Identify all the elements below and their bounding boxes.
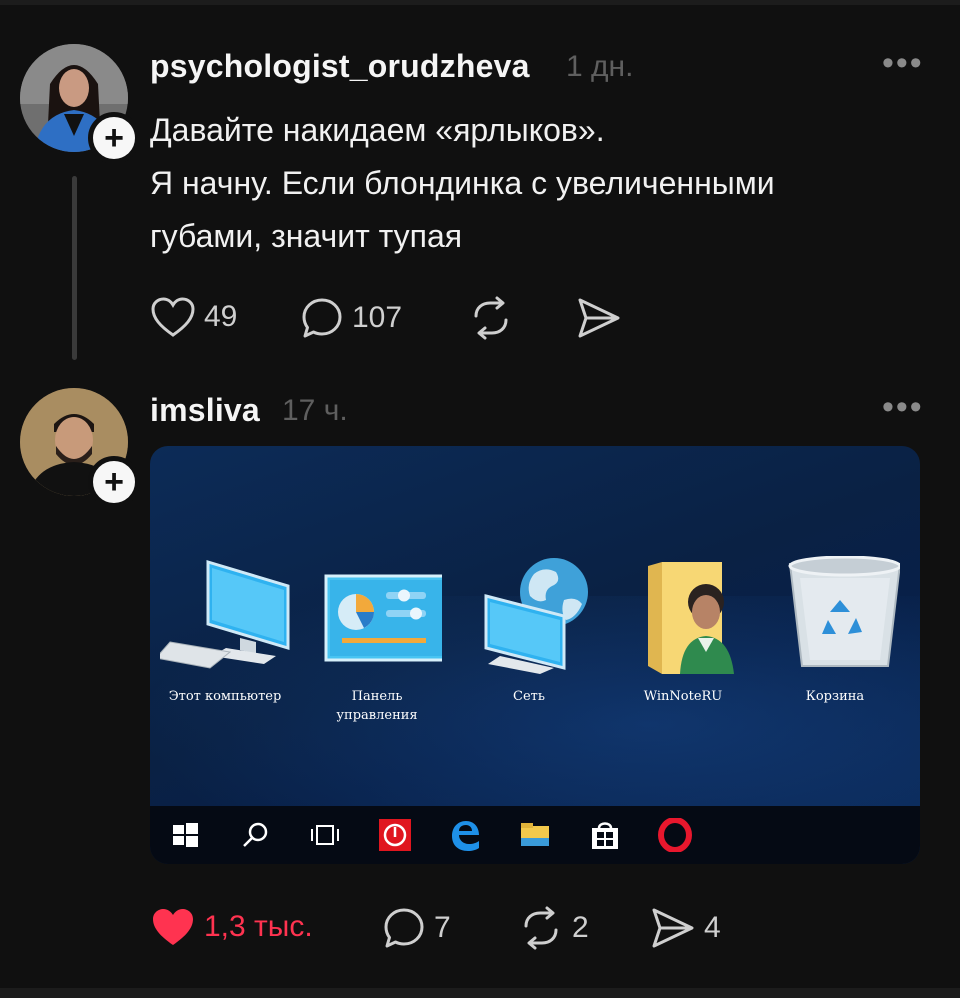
- post-text-line: губами, значит тупая: [150, 218, 463, 254]
- desktop-icon: Корзина: [760, 555, 910, 706]
- post-time: 17 ч.: [282, 394, 348, 427]
- post-username[interactable]: psychologist_orudzheva: [150, 48, 530, 85]
- label-line: управления: [336, 708, 418, 723]
- computer-icon: [155, 559, 290, 669]
- post-image[interactable]: Этот компьютер Панель управления Сеть Wi…: [150, 446, 920, 864]
- power-app-icon: [379, 819, 411, 851]
- share-count: 4: [704, 911, 721, 944]
- post-time: 1 дн.: [566, 50, 634, 83]
- heart-icon: [151, 297, 195, 337]
- bottom-edge: [0, 988, 960, 998]
- repost-icon: [524, 906, 558, 950]
- follow-plus-button[interactable]: +: [88, 112, 140, 164]
- reply-count: 7: [434, 911, 451, 944]
- search-icon: [243, 822, 268, 847]
- desktop-icon-label: WinNoteRU: [608, 687, 758, 706]
- recycle-bin-icon: [788, 555, 902, 667]
- desktop-icon: Сеть: [454, 556, 604, 706]
- reply-button[interactable]: 107: [300, 296, 402, 340]
- windows-start-icon: [173, 823, 198, 847]
- share-button[interactable]: [576, 296, 622, 340]
- reply-count: 107: [352, 301, 403, 334]
- desktop-icon-label: Этот компьютер: [150, 687, 300, 706]
- desktop-icon-label: Корзина: [760, 687, 910, 706]
- more-options-button[interactable]: •••: [882, 44, 924, 83]
- desktop-icon-label: Панель управления: [302, 687, 452, 725]
- desktop-icon: Панель управления: [302, 556, 452, 725]
- opera-icon: [658, 818, 692, 852]
- edge-icon: [452, 821, 479, 851]
- label-line: Этот компьютер: [168, 689, 282, 704]
- file-explorer-icon: [521, 823, 549, 846]
- label-line: Корзина: [805, 689, 865, 704]
- repost-icon: [474, 296, 508, 340]
- repost-button[interactable]: [468, 296, 514, 340]
- label-line: Сеть: [513, 689, 545, 704]
- store-icon: [592, 822, 618, 849]
- comment-icon: [384, 908, 424, 948]
- follow-plus-button[interactable]: +: [88, 456, 140, 508]
- label-line: WinNoteRU: [643, 689, 723, 704]
- post-text: Давайте накидаем «ярлыков». Я начну. Есл…: [150, 104, 910, 263]
- task-view-icon: [311, 825, 339, 845]
- desktop-icon-label: Сеть: [454, 687, 604, 706]
- user-folder-icon: [648, 562, 734, 674]
- send-icon: [652, 908, 694, 948]
- desktop-icon: WinNoteRU: [608, 556, 758, 706]
- like-button[interactable]: 49: [150, 296, 237, 338]
- taskbar: [150, 806, 920, 864]
- post-username[interactable]: imsliva: [150, 392, 260, 429]
- heart-filled-icon: [153, 909, 193, 945]
- like-count: 1,3 тыс.: [204, 910, 313, 943]
- share-button[interactable]: 4: [650, 906, 721, 950]
- top-edge: [0, 0, 960, 5]
- repost-count: 2: [572, 911, 589, 944]
- repost-button[interactable]: 2: [518, 906, 589, 950]
- like-button[interactable]: 1,3 тыс.: [150, 906, 313, 948]
- comment-icon: [302, 298, 342, 338]
- send-icon: [578, 298, 620, 338]
- post-text-line: Давайте накидаем «ярлыков».: [150, 112, 605, 148]
- reply-button[interactable]: 7: [382, 906, 451, 950]
- more-options-button[interactable]: •••: [882, 388, 924, 427]
- network-icon: [484, 558, 588, 674]
- thread-line: [72, 176, 77, 360]
- post-text-line: Я начну. Если блондинка с увеличенными: [150, 165, 775, 201]
- label-line: Панель: [351, 689, 403, 704]
- like-count: 49: [204, 300, 238, 333]
- control-panel-icon: [324, 574, 450, 662]
- desktop-icon: Этот компьютер: [150, 556, 300, 706]
